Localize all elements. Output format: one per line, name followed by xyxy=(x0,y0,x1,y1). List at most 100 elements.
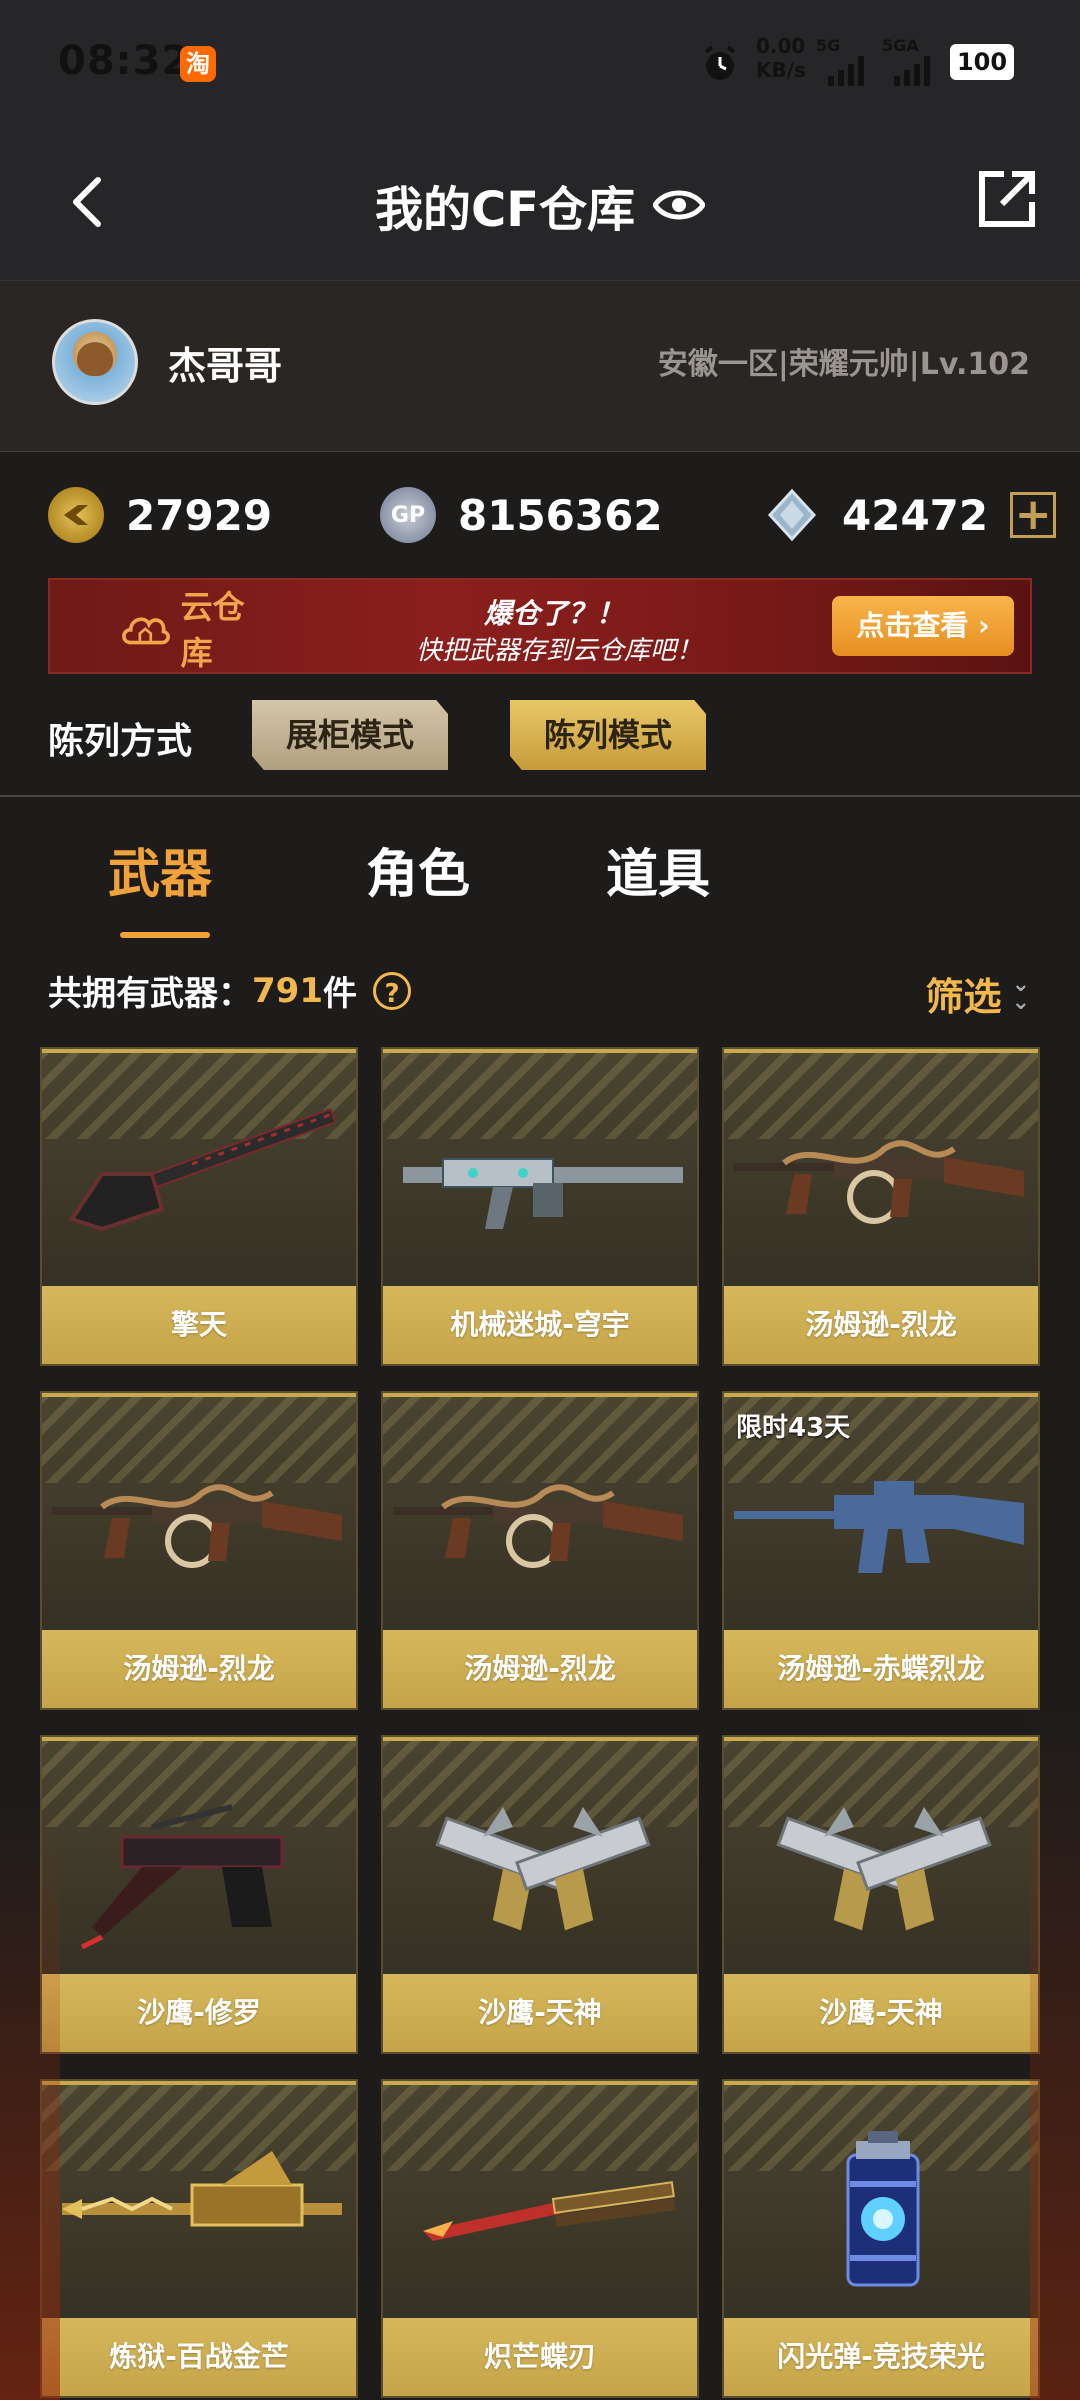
taobao-notification-icon: 淘 xyxy=(180,46,216,82)
weapon-name: 擎天 xyxy=(42,1286,356,1364)
weapon-card[interactable]: 限时43天汤姆逊-赤蝶烈龙 xyxy=(722,1391,1040,1710)
card-top-edge xyxy=(724,2081,1038,2085)
list-mode-button[interactable]: 陈列模式 xyxy=(510,700,706,770)
add-diamonds-button[interactable]: + xyxy=(1010,492,1057,538)
filter-label: 筛选 xyxy=(925,975,1002,1019)
weapon-count-unit: 件 xyxy=(322,974,357,1014)
weapon-card[interactable]: 闪光弹-竞技荣光 xyxy=(722,2079,1040,2398)
weapon-name: 汤姆逊-烈龙 xyxy=(383,1630,697,1708)
display-mode-label: 陈列方式 xyxy=(48,721,193,762)
gp-display: GP 8156362 xyxy=(380,480,663,550)
eye-icon[interactable] xyxy=(653,187,706,223)
battery-icon: 100 xyxy=(950,44,1014,80)
active-tab-indicator xyxy=(120,932,210,938)
card-top-edge xyxy=(724,1049,1038,1053)
assault-rifle-icon xyxy=(383,1079,697,1269)
network-speed: 0.00 KB/s xyxy=(756,34,806,82)
cf-points-display: 27929 xyxy=(48,480,272,550)
dual-pistols-icon xyxy=(724,1767,1038,1957)
weapon-grid: 擎天 机械迷城-穹宇 汤姆逊-烈龙 汤姆逊-烈龙 汤姆逊-烈龙 限时43天 汤姆逊-赤蝶烈龙… xyxy=(40,1047,1040,2398)
cf-coin-icon xyxy=(48,487,104,543)
avatar[interactable] xyxy=(52,319,138,405)
weapon-name: 闪光弹-竞技荣光 xyxy=(724,2318,1038,2396)
weapon-card[interactable]: 汤姆逊-烈龙 xyxy=(381,1391,699,1710)
status-bar: 08:32 淘 0.00 KB/s 5G 5GA 100 xyxy=(0,0,1080,130)
cloud-storage-banner[interactable]: 云仓库 爆仓了？！ 快把武器存到云仓库吧！ 点击查看 › xyxy=(48,578,1032,674)
card-top-edge xyxy=(383,1049,697,1053)
card-top-edge xyxy=(42,1393,356,1397)
pistol-icon xyxy=(42,1767,356,1957)
fire-glow-decoration xyxy=(1030,1700,1080,2400)
card-top-edge xyxy=(42,1049,356,1053)
signal-sim1-icon: 5G xyxy=(816,36,876,86)
server-rank-level: 安徽一区|荣耀元帅|Lv.102 xyxy=(657,347,1030,382)
profile-bar: 杰哥哥 安徽一区|荣耀元帅|Lv.102 xyxy=(0,280,1080,452)
card-top-edge xyxy=(42,1737,356,1741)
weapon-name: 汤姆逊-赤蝶烈龙 xyxy=(724,1630,1038,1708)
cabinet-mode-button[interactable]: 展柜模式 xyxy=(252,700,448,770)
sim2-label: 5GA xyxy=(882,36,919,55)
weapon-count: 共拥有武器： 791 件 ? xyxy=(48,966,411,1015)
weapon-card[interactable]: 汤姆逊-烈龙 xyxy=(722,1047,1040,1366)
tommy-gun-icon xyxy=(724,1079,1038,1269)
fire-glow-decoration xyxy=(0,1800,60,2400)
card-top-edge xyxy=(383,1737,697,1741)
butterfly-knife-icon xyxy=(383,2111,697,2301)
tommy-gun-icon xyxy=(383,1423,697,1613)
golden-rifle-icon xyxy=(42,2111,356,2301)
network-speed-unit: KB/s xyxy=(756,58,806,82)
cf-points-value: 27929 xyxy=(126,490,273,540)
weapon-card[interactable]: 炼狱-百战金芒 xyxy=(40,2079,358,2398)
page-title-text: 我的CF仓库 xyxy=(374,182,636,238)
diamond-display: 42472 + xyxy=(764,480,1057,550)
rifle-silhouette-icon xyxy=(724,1423,1038,1613)
weapon-card[interactable]: 机械迷城-穹宇 xyxy=(381,1047,699,1366)
weapon-card[interactable]: 沙鹰-修罗 xyxy=(40,1735,358,2054)
status-time: 08:32 xyxy=(58,38,191,84)
weapon-name: 沙鹰-天神 xyxy=(724,1974,1038,2052)
help-icon[interactable]: ? xyxy=(372,971,411,1010)
weapon-name: 机械迷城-穹宇 xyxy=(383,1286,697,1364)
weapon-card[interactable]: 沙鹰-天神 xyxy=(381,1735,699,2054)
weapon-count-value: 791 xyxy=(252,970,323,1011)
weapon-card[interactable]: 汤姆逊-烈龙 xyxy=(40,1391,358,1710)
filter-button[interactable]: 筛选 ⌄ ⌄ xyxy=(926,966,1030,1021)
tab-weapons[interactable]: 武器 xyxy=(108,832,212,907)
shovel-icon xyxy=(42,1079,356,1269)
cloud-storage-label: 云仓库 xyxy=(118,588,268,672)
weapon-card[interactable]: 擎天 xyxy=(40,1047,358,1366)
diamond-icon xyxy=(767,488,817,542)
weapon-name: 汤姆逊-烈龙 xyxy=(42,1630,356,1708)
weapon-name: 沙鹰-修罗 xyxy=(42,1974,356,2052)
username: 杰哥哥 xyxy=(168,344,283,388)
banner-headline: 爆仓了？！ xyxy=(484,597,625,630)
weapon-name: 沙鹰-天神 xyxy=(383,1974,697,2052)
card-top-edge xyxy=(724,1737,1038,1741)
weapon-name: 炼狱-百战金芒 xyxy=(42,2318,356,2396)
tommy-gun-icon xyxy=(42,1423,356,1613)
card-top-edge xyxy=(42,2081,356,2085)
cloud-storage-text: 云仓库 xyxy=(180,588,245,672)
app-header: 我的CF仓库 xyxy=(0,130,1080,280)
view-cloud-button[interactable]: 点击查看 › xyxy=(832,596,1014,656)
tab-characters[interactable]: 角色 xyxy=(366,832,470,907)
banner-subtext: 快把武器存到云仓库吧！ xyxy=(416,636,703,666)
weapon-name: 汤姆逊-烈龙 xyxy=(724,1286,1038,1364)
chevron-down-icon: ⌄ ⌄ xyxy=(1011,971,1030,1015)
card-top-edge xyxy=(724,1393,1038,1397)
diamond-value: 42472 xyxy=(842,490,989,540)
sim1-label: 5G xyxy=(816,36,841,55)
time-limit-badge: 限时43天 xyxy=(736,1413,851,1443)
page-title: 我的CF仓库 xyxy=(0,170,1080,240)
weapon-count-label: 共拥有武器： xyxy=(48,974,252,1014)
card-top-edge xyxy=(383,2081,697,2085)
gp-value: 8156362 xyxy=(458,490,663,540)
weapon-card[interactable]: 沙鹰-天神 xyxy=(722,1735,1040,2054)
cloud-house-icon xyxy=(122,617,170,645)
tab-items[interactable]: 道具 xyxy=(606,832,710,907)
dual-pistols-icon xyxy=(383,1767,697,1957)
weapon-name: 炽芒蝶刃 xyxy=(383,2318,697,2396)
share-icon[interactable] xyxy=(976,168,1038,230)
flashbang-icon xyxy=(724,2111,1038,2301)
weapon-card[interactable]: 炽芒蝶刃 xyxy=(381,2079,699,2398)
